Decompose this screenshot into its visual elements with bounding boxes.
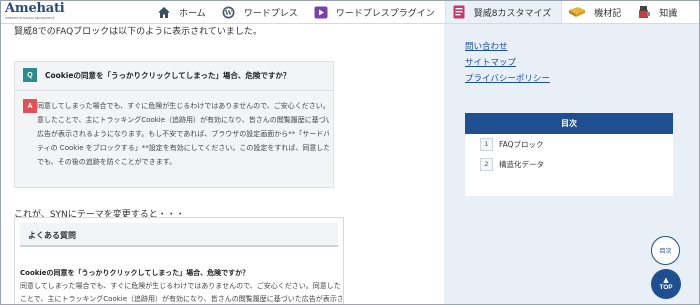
toc-item-faq[interactable]: 1 FAQブロック — [480, 134, 673, 154]
plugin-icon — [314, 5, 328, 19]
answer-line: ティの Cookie をブロックする」**設定を有効にしてください。この設定をす… — [37, 144, 329, 152]
question-badge: Q — [23, 68, 37, 82]
answer-line: 同意してしまった場合でも、すぐに危険が生じるわけではありませんので、ご安心くださ… — [37, 102, 329, 110]
equipment-icon — [568, 5, 586, 19]
toc-heading: 目次 — [465, 113, 673, 134]
answer-line: ことで、主にトラッキングCookie（追跡用）が有効になり、皆さんの閲覧履歴に基… — [20, 295, 342, 303]
table-of-contents: 目次 1 FAQブロック 2 構造化データ — [465, 113, 673, 196]
faq-divider — [15, 90, 333, 91]
nav-label: 知識 — [659, 8, 678, 19]
faq-answer: 同意してしまった場合でも、すぐに危険が生じるわけではありませんので、ご安心くださ… — [37, 99, 329, 169]
answer-line: 意したことで、主にトラッキングCookie（追跡用）が有効になり、皆さんの閲覧履… — [37, 116, 329, 124]
top-label: TOP — [659, 283, 673, 291]
logo-text: Amehati — [5, 1, 65, 16]
sidebar-links: 問い合わせ サイトマップ プライバシーポリシー — [465, 39, 550, 87]
faq-section: よくある質問 Cookieの同意を「うっかりクリックしてしまった」場合、危険です… — [14, 217, 344, 304]
faq-question-row: Q Cookieの同意を「うっかりクリックしてしまった」場合、危険ですか？ — [23, 68, 290, 82]
answer-line: 広告が表示されるようになります。もし不安であれば、ブラウザの設定画面から**「サ… — [37, 130, 329, 138]
nav-item-plugin[interactable]: ワードプレスプラグイン — [308, 1, 445, 23]
page-frame: Amehati WEBSITE BUILDING KNOWLEDGE ホーム W… — [0, 0, 700, 305]
nav-label: 機材記 — [594, 8, 622, 19]
answer-line: 同意してしまった場合でも、すぐに危険が生じるわけではありませんので、ご安心くださ… — [20, 282, 341, 290]
svg-text:W: W — [224, 9, 233, 17]
nav-label: ワードプレス — [243, 8, 298, 19]
logo-subtitle: WEBSITE BUILDING KNOWLEDGE — [5, 16, 55, 20]
chevron-up-icon: ▲ — [663, 275, 669, 284]
intro-paragraph: 賢威8でのFAQブロックは以下のように表示されていました。 — [14, 27, 262, 37]
toc-label: 構造化データ — [499, 159, 544, 169]
answer-badge: A — [23, 99, 37, 113]
toc-label: FAQブロック — [499, 139, 544, 149]
nav-item-home[interactable]: ホーム — [151, 1, 216, 23]
sidebar-link-privacy[interactable]: プライバシーポリシー — [465, 71, 550, 87]
nav-item-customize[interactable]: 賢威8カスタマイズ — [445, 1, 562, 23]
nav-label: 賢威8カスタマイズ — [473, 8, 552, 19]
home-icon — [157, 5, 171, 19]
customize-icon — [452, 5, 466, 19]
sidebar-link-contact[interactable]: 問い合わせ — [465, 39, 550, 55]
faq-section-answer: 同意してしまった場合でも、すぐに危険が生じるわけではありませんので、ご安心くださ… — [20, 280, 342, 304]
main-content: 賢威8でのFAQブロックは以下のように表示されていました。 Q Cookieの同… — [1, 24, 444, 304]
toc-number: 2 — [480, 157, 493, 171]
global-nav: ホーム W ワードプレス ワードプレスプラグイン 賢威8カスタマイズ 機材記 知… — [151, 1, 687, 23]
nav-item-wordpress[interactable]: W ワードプレス — [216, 1, 308, 23]
knowledge-icon — [637, 5, 651, 19]
answer-line: でも、その後の追跡を防ぐことができます。 — [37, 158, 177, 166]
faq-block-preview: Q Cookieの同意を「うっかりクリックしてしまった」場合、危険ですか？ A … — [14, 61, 334, 188]
site-logo[interactable]: Amehati WEBSITE BUILDING KNOWLEDGE — [5, 2, 67, 23]
nav-label: ホーム — [179, 8, 206, 19]
faq-section-question: Cookieの同意を「うっかりクリックしてしまった」場合、危険ですか？ — [20, 269, 250, 277]
faq-question: Cookieの同意を「うっかりクリックしてしまった」場合、危険ですか？ — [45, 70, 291, 80]
sidebar-link-sitemap[interactable]: サイトマップ — [465, 55, 550, 71]
toc-number: 1 — [480, 137, 493, 151]
site-header: Amehati WEBSITE BUILDING KNOWLEDGE ホーム W… — [1, 1, 699, 24]
faq-section-heading: よくある質問 — [20, 223, 338, 247]
toc-item-structured-data[interactable]: 2 構造化データ — [480, 154, 673, 174]
toc-float-button[interactable]: 目次 — [651, 236, 680, 265]
nav-item-equipment[interactable]: 機材記 — [562, 1, 631, 23]
nav-label: ワードプレスプラグイン — [335, 8, 435, 19]
wordpress-icon: W — [222, 5, 236, 19]
nav-item-knowledge[interactable]: 知識 — [631, 1, 687, 23]
back-to-top-button[interactable]: ▲ TOP — [651, 269, 681, 299]
